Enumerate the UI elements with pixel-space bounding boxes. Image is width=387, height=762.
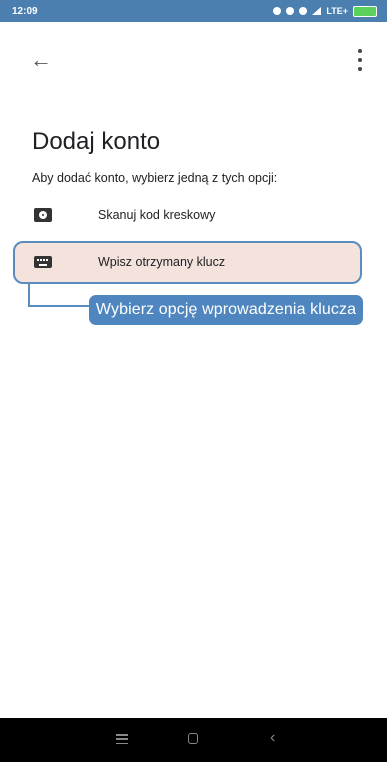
- option-label: Skanuj kod kreskowy: [98, 208, 216, 222]
- option-label: Wpisz otrzymany klucz: [98, 255, 226, 269]
- callout-label: Wybierz opcję wprowadzenia klucza: [89, 295, 363, 325]
- vibrate-icon: [286, 7, 295, 15]
- signal-icon: [312, 7, 322, 15]
- option-enter-key[interactable]: Wpisz otrzymany klucz: [24, 246, 364, 278]
- app-bar: ←: [0, 22, 387, 98]
- keyboard-icon: [34, 252, 56, 272]
- option-scan-barcode[interactable]: Skanuj kod kreskowy: [24, 199, 364, 231]
- page-subtitle: Aby dodać konto, wybierz jedną z tych op…: [32, 171, 278, 185]
- more-vert-icon[interactable]: [355, 49, 365, 71]
- bluetooth-icon: [273, 7, 282, 15]
- arrow-left-icon[interactable]: ←: [30, 49, 52, 71]
- network-type: LTE+: [326, 6, 348, 16]
- callout-connector: [28, 305, 94, 307]
- battery-icon: [353, 5, 377, 17]
- page-title: Dodaj konto: [32, 128, 161, 155]
- status-bar: 12:09 LTE+: [0, 0, 387, 22]
- alarm-icon: [299, 7, 308, 15]
- home-icon[interactable]: [188, 733, 198, 744]
- callout-connector: [28, 284, 30, 307]
- camera-icon: [34, 205, 56, 225]
- status-icons: LTE+: [273, 5, 377, 17]
- navigation-bar: ‹: [0, 718, 387, 762]
- menu-icon[interactable]: [116, 734, 128, 744]
- back-icon[interactable]: ‹: [270, 730, 275, 746]
- status-time: 12:09: [12, 5, 38, 17]
